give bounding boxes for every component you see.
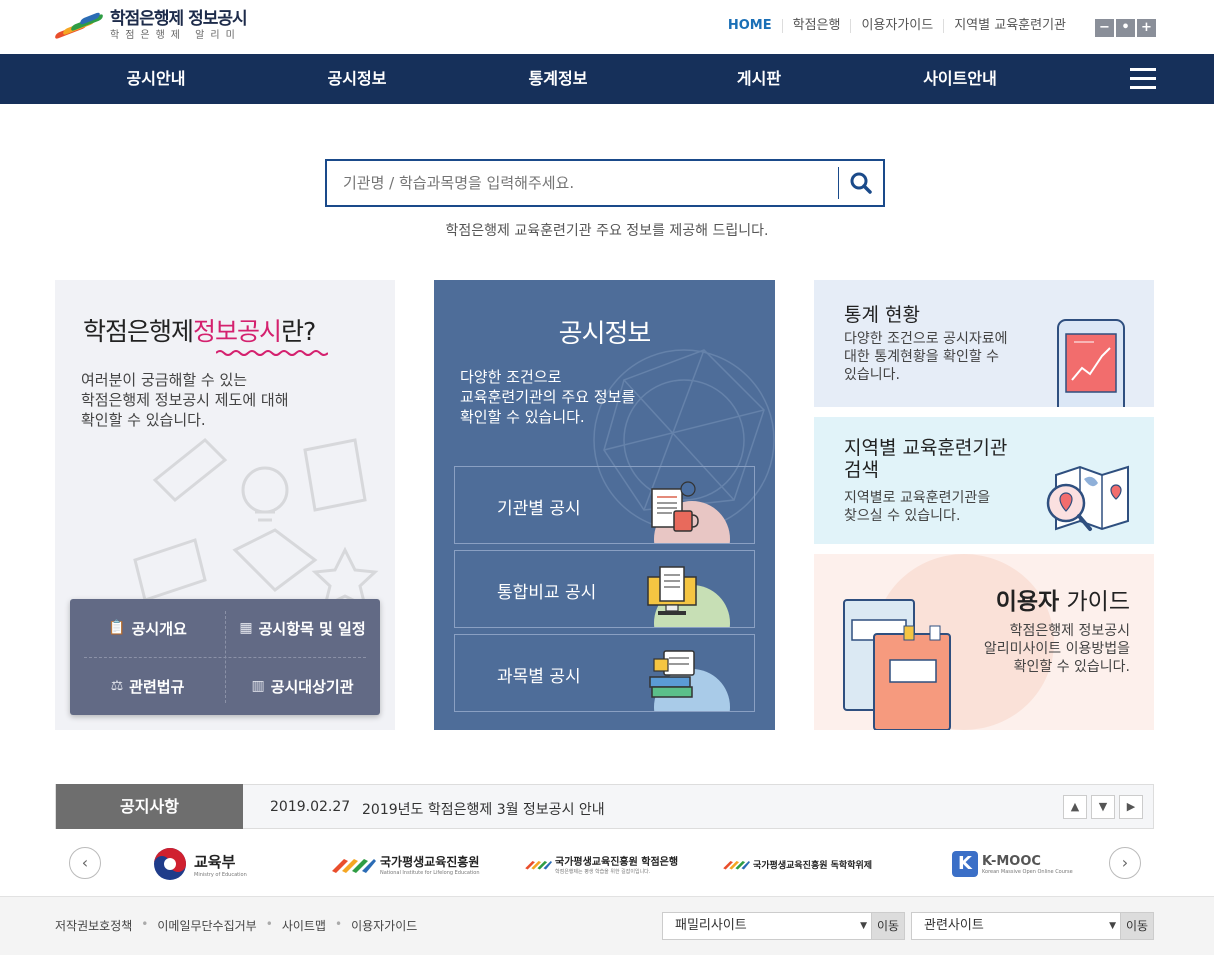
building-icon: ▥ bbox=[251, 678, 265, 694]
chevron-left-icon: ‹ bbox=[81, 853, 89, 872]
nav-item-statistics[interactable]: 통계정보 bbox=[478, 54, 638, 104]
books-chat-icon bbox=[649, 650, 695, 698]
info-panel-title: 학점은행제정보공시란? bbox=[83, 317, 316, 346]
partner-moe[interactable]: 교육부 Ministry of Education bbox=[152, 846, 247, 882]
notice-label[interactable]: 공지사항 bbox=[56, 784, 243, 829]
nav-item-gongsi-info[interactable]: 공시정보 bbox=[277, 54, 437, 104]
util-link-region[interactable]: 지역별 교육훈련기관 bbox=[943, 19, 1076, 33]
document-cup-icon bbox=[651, 481, 699, 532]
util-link-creditbank[interactable]: 학점은행 bbox=[781, 19, 851, 33]
zoom-out-button[interactable]: − bbox=[1095, 19, 1114, 37]
mobile-chart-icon bbox=[1057, 319, 1125, 407]
family-site-select[interactable]: 패밀리사이트 ▼ bbox=[662, 912, 872, 940]
card-statistics-desc: 다양한 조건으로 공시자료에 대한 통계현황을 확인할 수 있습니다. bbox=[844, 331, 1008, 383]
site-logo[interactable]: 학점은행제 정보공시 학점은행제 알리미 bbox=[54, 9, 248, 42]
notice-date: 2019.02.27 bbox=[270, 799, 351, 815]
partner-kmooc[interactable]: K K-MOOC Korean Massive Open Online Cour… bbox=[952, 846, 1073, 882]
chevron-up-icon: ▲ bbox=[1070, 800, 1080, 813]
family-site-go-button[interactable]: 이동 bbox=[871, 912, 905, 940]
notice-next-button[interactable]: ▼ bbox=[1091, 795, 1115, 819]
nav-item-board[interactable]: 게시판 bbox=[679, 54, 839, 104]
notice-controls: ▲ ▼ ▶ bbox=[1063, 795, 1143, 819]
nile-logo-icon bbox=[525, 860, 552, 870]
info-panel[interactable]: 학점은행제정보공시란? 여러분이 궁금해할 수 있는 학점은행제 정보공시 제도… bbox=[55, 280, 395, 730]
gongsi-panel: 공시정보 다양한 조건으로 교육훈련기관의 주요 정보를 확인할 수 있습니다.… bbox=[434, 280, 775, 730]
footer-link-copyright[interactable]: 저작권보호정책 bbox=[55, 917, 132, 934]
nile-logo-icon bbox=[332, 859, 376, 873]
notice-title-link[interactable]: 2019년도 학점은행제 3월 정보공시 안내 bbox=[362, 799, 605, 819]
moe-emblem-icon bbox=[154, 848, 186, 880]
partner-credit-bank[interactable]: 국가평생교육진흥원 학점은행 학점은행제는 평생 학습을 위한 길잡이입니다. bbox=[524, 846, 678, 882]
nile-logo-icon bbox=[723, 860, 750, 870]
footer-link-sitemap[interactable]: 사이트맵 bbox=[282, 917, 326, 934]
logo-mark-icon bbox=[54, 11, 104, 40]
search-input[interactable] bbox=[327, 161, 827, 205]
quick-link-target-institutions[interactable]: ▥ 공시대상기관 bbox=[225, 657, 380, 715]
footer-link-user-guide[interactable]: 이용자가이드 bbox=[351, 917, 417, 934]
background-doodle-illustration bbox=[133, 437, 379, 609]
footer: 저작권보호정책 • 이메일무단수집거부 • 사이트맵 • 이용자가이드 패밀리사… bbox=[0, 896, 1214, 955]
related-site-go-button[interactable]: 이동 bbox=[1120, 912, 1154, 940]
gongsi-panel-title: 공시정보 bbox=[558, 319, 652, 349]
gongsi-item-integrated-compare[interactable]: 통합비교 공시 bbox=[454, 550, 755, 628]
gongsi-panel-desc: 다양한 조건으로 교육훈련기관의 주요 정보를 확인할 수 있습니다. bbox=[460, 368, 636, 426]
zoom-reset-button[interactable]: • bbox=[1116, 19, 1135, 37]
partner-prev-button[interactable]: ‹ bbox=[69, 847, 101, 879]
search-icon bbox=[850, 172, 872, 194]
search-button[interactable] bbox=[839, 161, 883, 205]
clipboard-icon: 📋 bbox=[108, 620, 126, 636]
zoom-in-button[interactable]: + bbox=[1137, 19, 1156, 37]
notice-play-button[interactable]: ▶ bbox=[1119, 795, 1143, 819]
gongsi-item-by-course[interactable]: 과목별 공시 bbox=[454, 634, 755, 712]
calendar-icon: ▦ bbox=[239, 620, 253, 636]
card-statistics-title: 통계 현황 bbox=[844, 304, 920, 326]
related-site-select[interactable]: 관련사이트 ▼ bbox=[911, 912, 1121, 940]
notice-prev-button[interactable]: ▲ bbox=[1063, 795, 1087, 819]
util-link-guide[interactable]: 이용자가이드 bbox=[850, 19, 943, 33]
quick-link-law[interactable]: ⚖ 관련법규 bbox=[70, 657, 225, 715]
gavel-icon: ⚖ bbox=[110, 678, 124, 694]
utility-nav: HOME 학점은행 이용자가이드 지역별 교육훈련기관 bbox=[718, 19, 1076, 33]
partner-nile[interactable]: 국가평생교육진흥원 National Institute for Lifelon… bbox=[330, 846, 480, 882]
logo-title: 학점은행제 정보공시 bbox=[110, 9, 248, 29]
footer-link-email-refusal[interactable]: 이메일무단수집거부 bbox=[157, 917, 256, 934]
card-statistics[interactable]: 통계 현황 다양한 조건으로 공시자료에 대한 통계현황을 확인할 수 있습니다… bbox=[814, 280, 1154, 407]
play-icon: ▶ bbox=[1126, 800, 1136, 813]
chevron-down-icon: ▼ bbox=[1098, 800, 1108, 813]
nav-item-notice-guide[interactable]: 공시안내 bbox=[76, 54, 236, 104]
card-guide-title: 이용자 가이드 bbox=[995, 589, 1130, 615]
wavy-underline bbox=[216, 350, 328, 356]
partner-bsd[interactable]: 국가평생교육진흥원 독학학위제 bbox=[722, 846, 872, 882]
partner-banner: ‹ 교육부 Ministry of Education 국가평생교육진흥원 Na… bbox=[0, 838, 1214, 890]
chevron-right-icon: › bbox=[1121, 853, 1129, 872]
card-guide-desc: 학점은행제 정보공시 알리미사이트 이용방법을 확인할 수 있습니다. bbox=[983, 623, 1130, 675]
monitor-document-icon bbox=[647, 566, 697, 615]
hamburger-menu-icon[interactable] bbox=[1130, 68, 1156, 90]
quick-link-items-schedule[interactable]: ▦ 공시항목 및 일정 bbox=[225, 599, 380, 657]
caret-down-icon: ▼ bbox=[1109, 921, 1116, 931]
search-box bbox=[325, 159, 885, 207]
search-description: 학점은행제 교육훈련기관 주요 정보를 제공해 드립니다. bbox=[445, 223, 769, 239]
footer-links: 저작권보호정책 • 이메일무단수집거부 • 사이트맵 • 이용자가이드 bbox=[55, 917, 418, 934]
nav-item-site-guide[interactable]: 사이트안내 bbox=[880, 54, 1040, 104]
logo-subtitle: 학점은행제 알리미 bbox=[110, 30, 241, 41]
info-panel-desc: 여러분이 궁금해할 수 있는 학점은행제 정보공시 제도에 대해 확인할 수 있… bbox=[81, 371, 289, 429]
main-nav: 공시안내 공시정보 통계정보 게시판 사이트안내 bbox=[0, 54, 1214, 104]
card-region-search[interactable]: 지역별 교육훈련기관 검색 지역별로 교육훈련기관을 찾으실 수 있습니다. bbox=[814, 417, 1154, 544]
util-link-home[interactable]: HOME bbox=[718, 19, 782, 33]
font-size-controls: − • + bbox=[1095, 19, 1156, 37]
caret-down-icon: ▼ bbox=[860, 921, 867, 931]
books-illustration-icon bbox=[843, 599, 951, 730]
top-header: 학점은행제 정보공시 학점은행제 알리미 HOME 학점은행 이용자가이드 지역… bbox=[0, 0, 1214, 54]
kmooc-logo-icon: K bbox=[952, 851, 978, 877]
card-user-guide[interactable]: 이용자 가이드 학점은행제 정보공시 알리미사이트 이용방법을 확인할 수 있습… bbox=[814, 554, 1154, 730]
card-region-title: 지역별 교육훈련기관 검색 bbox=[844, 437, 1008, 481]
card-region-desc: 지역별로 교육훈련기관을 찾으실 수 있습니다. bbox=[844, 490, 991, 524]
partner-next-button[interactable]: › bbox=[1109, 847, 1141, 879]
notice-bar: 공지사항 2019.02.27 2019년도 학점은행제 3월 정보공시 안내 … bbox=[55, 784, 1154, 829]
map-magnifier-icon bbox=[1046, 465, 1129, 531]
quick-links: 📋 공시개요 ▦ 공시항목 및 일정 ⚖ 관련법규 ▥ 공시대상기관 bbox=[70, 599, 380, 715]
gongsi-item-by-institution[interactable]: 기관별 공시 bbox=[454, 466, 755, 544]
quick-link-overview[interactable]: 📋 공시개요 bbox=[70, 599, 225, 657]
